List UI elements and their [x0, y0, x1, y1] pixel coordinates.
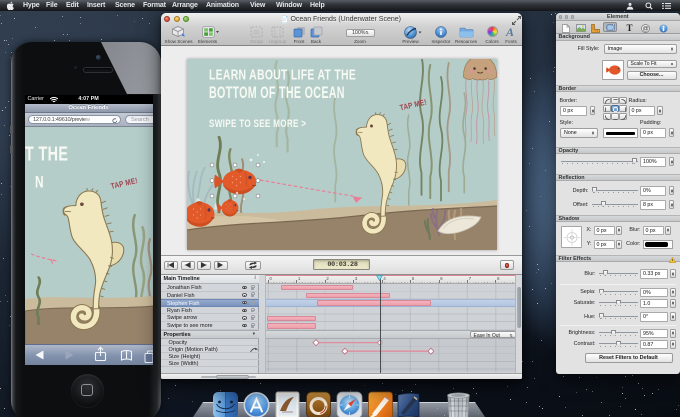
svg-text:BOTTOM OF THE OCEAN: BOTTOM OF THE OCEAN — [209, 83, 345, 101]
svg-text:N: N — [35, 173, 44, 191]
svg-text:SWIPE TO SEE MORE >: SWIPE TO SEE MORE > — [209, 117, 306, 130]
svg-text:T THE: T THE — [25, 142, 68, 165]
svg-text:@: @ — [643, 26, 649, 32]
svg-text:LEARN ABOUT LIFE AT THE: LEARN ABOUT LIFE AT THE — [209, 66, 356, 82]
